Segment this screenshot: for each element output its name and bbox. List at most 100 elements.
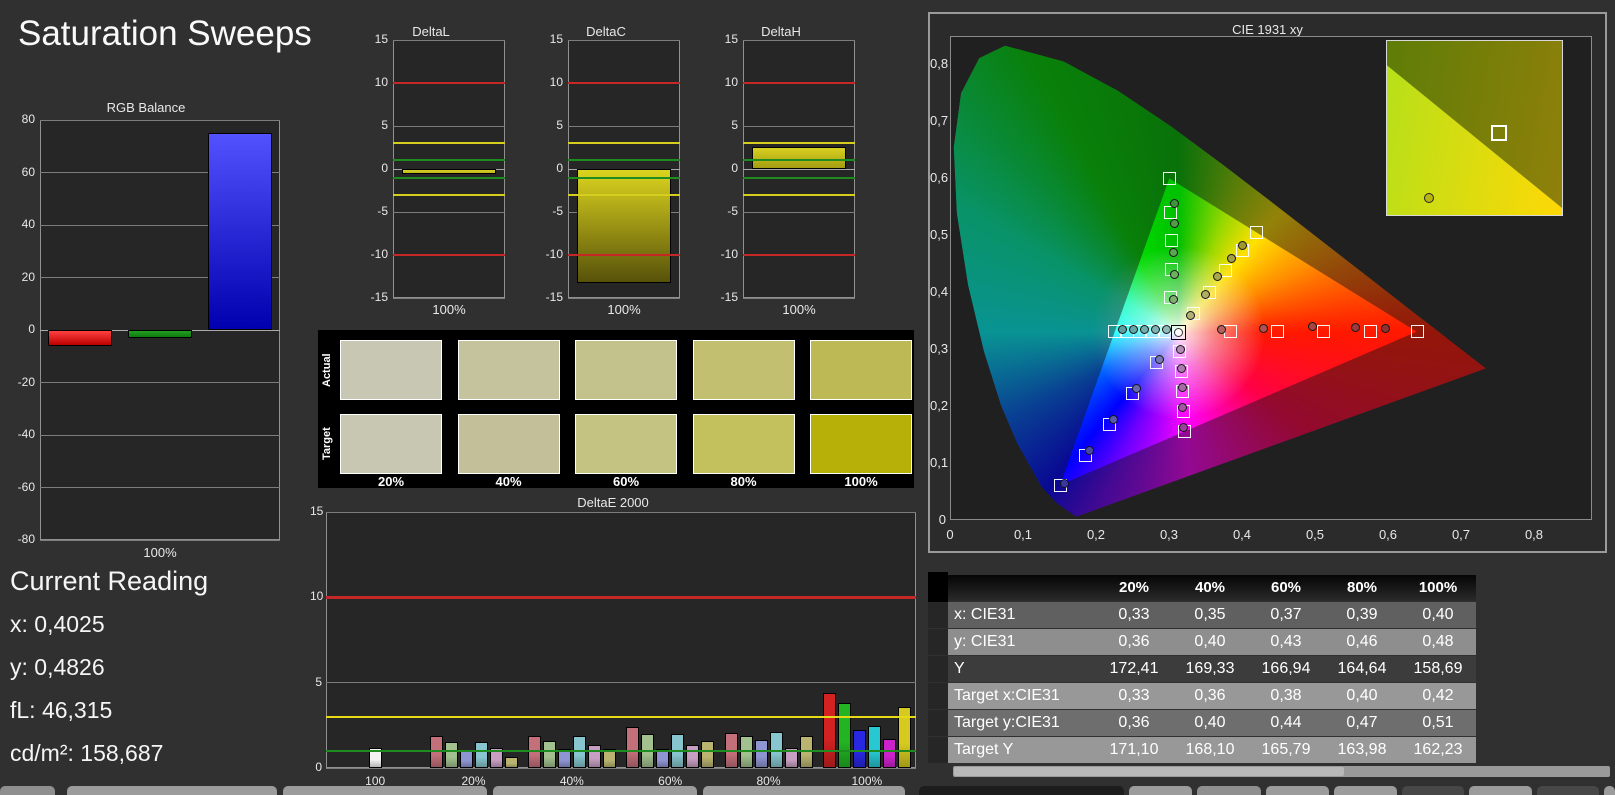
ref-line (743, 142, 855, 145)
deltae-bar-60% (686, 744, 700, 768)
bottom-tab[interactable] (0, 786, 55, 795)
deltae-bar-40% (542, 740, 556, 768)
bottom-tab[interactable] (919, 786, 1124, 795)
row-value: 0,47 (1346, 714, 1378, 731)
gridline (743, 297, 855, 299)
table-row[interactable]: x: CIE31 0,33 0,35 0,37 0,39 0,40 (928, 602, 1476, 628)
magenta-measured-point (1176, 363, 1186, 373)
gridline (568, 297, 680, 299)
ref-line (743, 176, 855, 179)
ref-line (568, 176, 680, 179)
ref-line (393, 82, 505, 84)
blue-bar (208, 133, 272, 330)
gridline (40, 382, 280, 383)
gridline (326, 682, 916, 684)
bottom-tab[interactable] (1604, 786, 1615, 795)
table-row[interactable]: Target Y 171,10 168,10 165,79 163,98 162,23 (928, 737, 1476, 763)
y-axis-tick-label: -10 (370, 247, 388, 261)
blue-measured-point (1084, 445, 1094, 455)
x-axis-tick-label: 0,1 (1013, 527, 1033, 542)
cie-zoom-inset (1386, 40, 1563, 216)
inset-target-square (1490, 124, 1507, 141)
y-axis-tick-label: 0 (381, 161, 388, 175)
table-scrollbar[interactable] (953, 766, 1610, 777)
x-axis-tick-label: 0,7 (1451, 527, 1471, 542)
table-header-cell: 40% (1194, 579, 1226, 596)
y-axis-tick-label: -5 (377, 204, 388, 218)
y-axis-tick-label: 0,2 (930, 398, 949, 413)
ref-line (393, 254, 505, 256)
cie-1931-xy-chart: CIE 1931 xy 0 0,1 0,2 0,3 0,4 0,5 0,6 0,7 0,8 0 0,… (928, 12, 1607, 553)
green-measured-point (1169, 219, 1179, 229)
y-axis-tick-label: 0,7 (930, 113, 949, 128)
bottom-tab[interactable] (1469, 786, 1532, 795)
y-axis-tick-label: 5 (731, 118, 738, 132)
magenta-measured-point (1177, 383, 1187, 393)
ref-line (743, 254, 855, 256)
table-row[interactable]: Target y:CIE31 0,36 0,40 0,44 0,47 0,51 (928, 710, 1476, 736)
row-gutter-cell (928, 629, 948, 655)
table-scrollbar-thumb[interactable] (954, 767, 1344, 776)
ref-line (568, 82, 680, 84)
row-value: 0,36 (1118, 633, 1150, 650)
table-header-cell: 80% (1346, 579, 1378, 596)
bottom-tab[interactable] (1334, 786, 1397, 795)
deltae-bar-20% (459, 750, 473, 768)
target-swatch-100% (810, 414, 912, 474)
bottom-tab[interactable] (493, 786, 697, 795)
bottom-tab[interactable] (283, 786, 487, 795)
y-axis-tick-label: 0,4 (930, 284, 949, 299)
deltae-bar-100% (867, 726, 881, 768)
magenta-measured-point (1176, 344, 1186, 354)
bottom-tab[interactable] (1266, 786, 1329, 795)
gridline (393, 39, 505, 41)
table-header-cell: 100% (1418, 579, 1458, 596)
ref-line (326, 595, 916, 599)
green-target-square (1163, 205, 1177, 219)
gridline (40, 539, 280, 541)
bottom-tab[interactable] (67, 786, 277, 795)
y-axis-tick-label: 0,6 (930, 170, 949, 185)
actual-swatch-60% (575, 340, 677, 400)
y-axis-tick-label: -80 (17, 532, 35, 546)
table-row[interactable]: y: CIE31 0,36 0,40 0,43 0,46 0,48 (928, 629, 1476, 655)
x-axis-tick-label: 0,4 (1232, 527, 1252, 542)
y-axis-tick-label: -10 (720, 247, 738, 261)
bottom-tab[interactable] (1537, 786, 1599, 795)
cyan-measured-point (1161, 325, 1171, 335)
row-value: 0,37 (1270, 606, 1302, 623)
row-label: y: CIE31 (954, 633, 1016, 650)
row-gutter-cell (928, 656, 948, 682)
ref-line (568, 193, 680, 196)
table-header-cell: 60% (1270, 579, 1302, 596)
row-value: 0,33 (1118, 687, 1150, 704)
bottom-tab[interactable] (1402, 786, 1464, 795)
ref-line (743, 82, 855, 84)
yellow-target-square (1250, 225, 1264, 239)
x-axis-tick-label: 0,6 (1378, 527, 1398, 542)
table-header-cell: 20% (1118, 579, 1150, 596)
y-axis-tick-label: -15 (370, 290, 388, 304)
table-row[interactable]: Y 172,41 169,33 166,94 164,64 158,69 (928, 656, 1476, 682)
y-axis-tick-label: 15 (549, 32, 563, 46)
row-label: x: CIE31 (954, 606, 1016, 623)
reading-x: x: 0,4025 (10, 611, 105, 637)
delta-h-chart: DeltaH 100% -15 -10 -5 0 5 10 15 (705, 18, 857, 318)
y-axis-tick-label: 0 (938, 512, 946, 527)
bottom-tab[interactable] (1197, 786, 1261, 795)
row-value: 168,10 (1185, 741, 1235, 758)
bottom-tab[interactable] (1129, 786, 1192, 795)
row-label: Target Y (954, 741, 1014, 758)
table-row[interactable]: Target x:CIE31 0,33 0,36 0,38 0,40 0,42 (928, 683, 1476, 709)
ref-line (568, 142, 680, 145)
gridline (743, 125, 855, 127)
y-axis-tick-label: 20 (21, 269, 35, 284)
bottom-tab[interactable] (703, 786, 905, 795)
gridline (326, 511, 916, 513)
row-label: Target x:CIE31 (954, 687, 1060, 704)
deltae-bar-80% (799, 736, 813, 768)
green-measured-point (1168, 247, 1178, 257)
white-point-measured (1173, 327, 1183, 337)
delta-l-x-label: 100% (432, 302, 466, 317)
actual-swatch-100% (810, 340, 912, 400)
